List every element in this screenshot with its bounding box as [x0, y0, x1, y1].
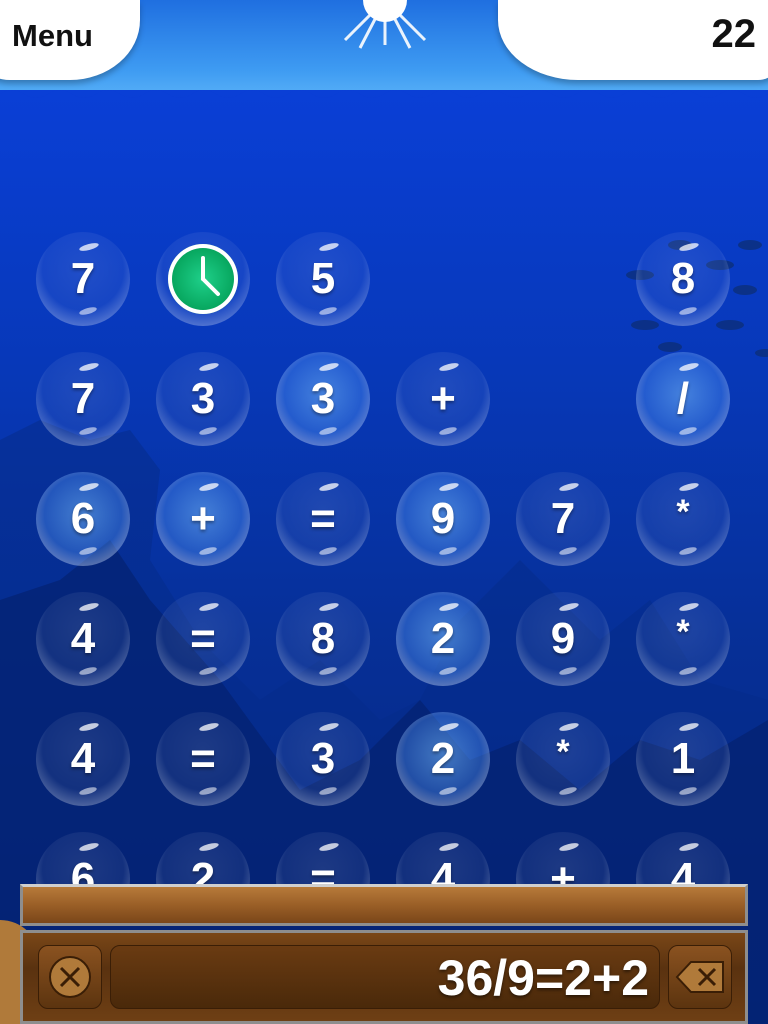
backspace-icon	[675, 961, 724, 993]
equation-display: 36/9=2+2	[110, 945, 660, 1009]
bubble-tile[interactable]: 5	[276, 232, 370, 326]
bubble-tile[interactable]: 7	[36, 352, 130, 446]
game-scene: Menu 22 7 5 8 7 3 3 +/6 + = 9 7 * 4 = 8 2 9 * 4 = 3 2 * 1 6 2 = 4 +4…	[0, 0, 768, 1024]
bubble-tile[interactable]: 2	[396, 712, 490, 806]
bubble-tile[interactable]: 8	[636, 232, 730, 326]
clock-icon	[168, 244, 238, 314]
close-icon	[49, 956, 91, 998]
backspace-button[interactable]	[668, 945, 732, 1009]
bubble-tile[interactable]: +	[396, 352, 490, 446]
bubble-tile[interactable]: 3	[276, 712, 370, 806]
bubble-tile[interactable]: 7	[516, 472, 610, 566]
bubble-tile[interactable]: +	[156, 472, 250, 566]
bubble-tile[interactable]: 8	[276, 592, 370, 686]
clock-bubble[interactable]	[156, 232, 250, 326]
bubble-tile[interactable]: 9	[396, 472, 490, 566]
bubble-tile[interactable]: 3	[276, 352, 370, 446]
bubble-tile[interactable]: =	[156, 592, 250, 686]
bubble-tile[interactable]: *	[636, 592, 730, 686]
score-value: 22	[711, 12, 757, 56]
bubble-tile[interactable]: =	[156, 712, 250, 806]
equation-text: 36/9=2+2	[437, 950, 649, 1006]
bubble-tile[interactable]: 9	[516, 592, 610, 686]
bubble-tile[interactable]: 1	[636, 712, 730, 806]
bubble-tile[interactable]: =	[276, 472, 370, 566]
menu-button[interactable]: Menu	[12, 18, 93, 54]
bubble-tile[interactable]: /	[636, 352, 730, 446]
bubble-tile[interactable]: 4	[36, 592, 130, 686]
bubble-tile[interactable]: 6	[36, 472, 130, 566]
wooden-shelf	[20, 884, 748, 926]
clear-button[interactable]	[38, 945, 102, 1009]
bubble-tile[interactable]: 4	[36, 712, 130, 806]
bubble-tile[interactable]: 7	[36, 232, 130, 326]
bubble-tile[interactable]: 3	[156, 352, 250, 446]
bubble-tile[interactable]: 2	[396, 592, 490, 686]
bubble-tile[interactable]: *	[636, 472, 730, 566]
bubble-tile[interactable]: *	[516, 712, 610, 806]
